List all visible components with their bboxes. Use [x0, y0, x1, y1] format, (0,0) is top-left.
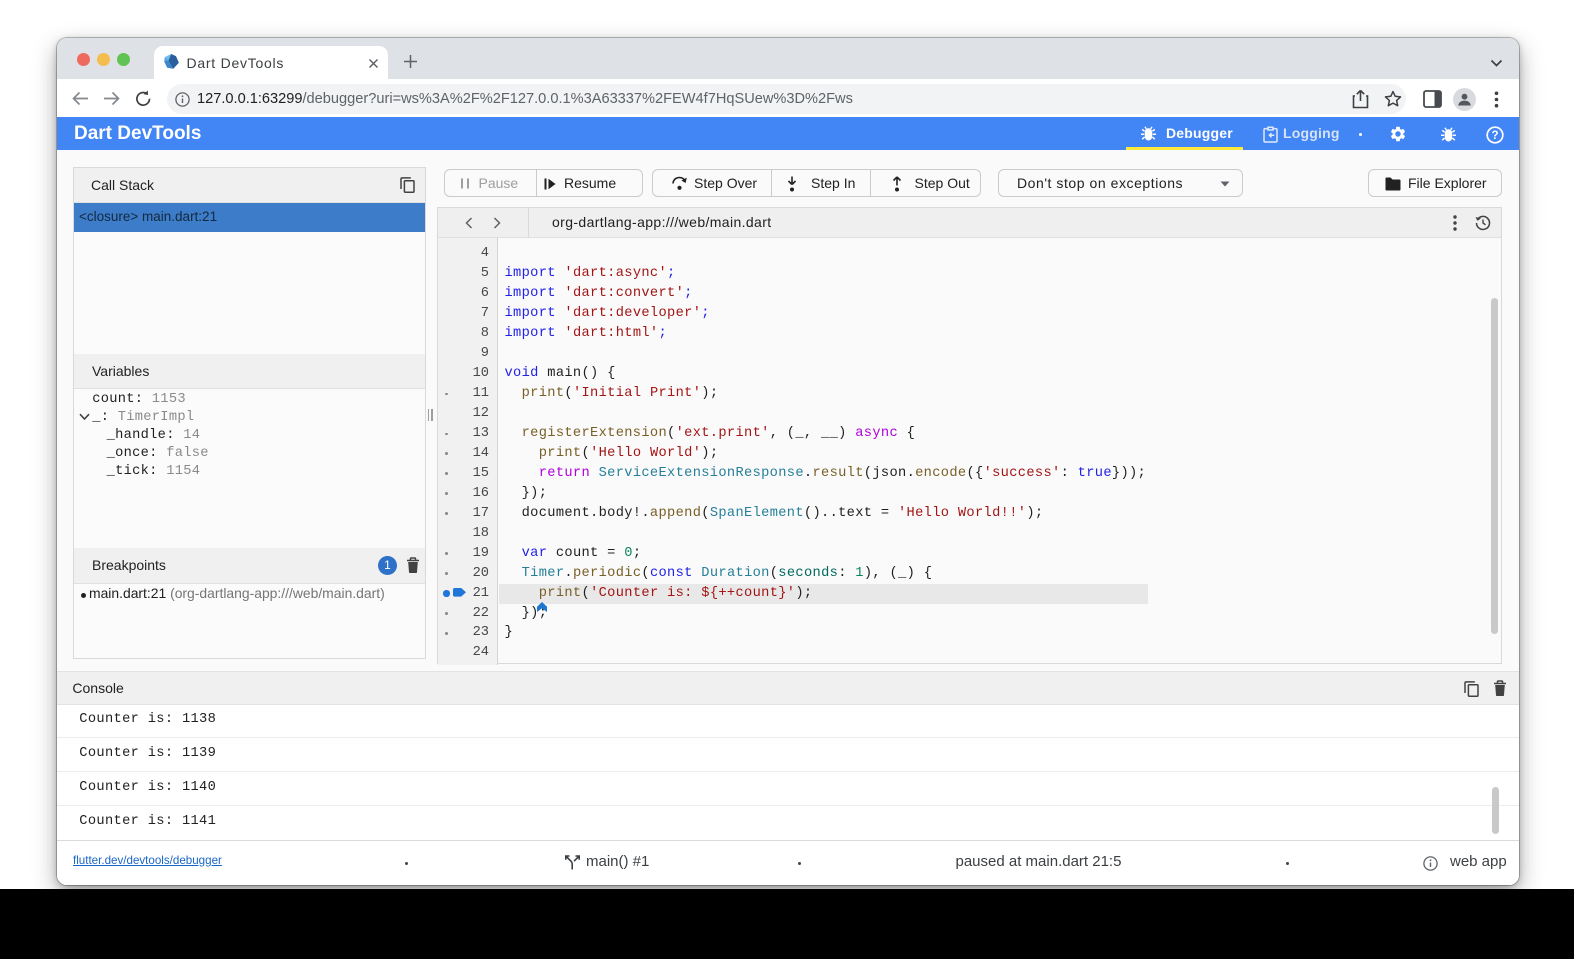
svg-text:?: ? [1491, 130, 1498, 142]
